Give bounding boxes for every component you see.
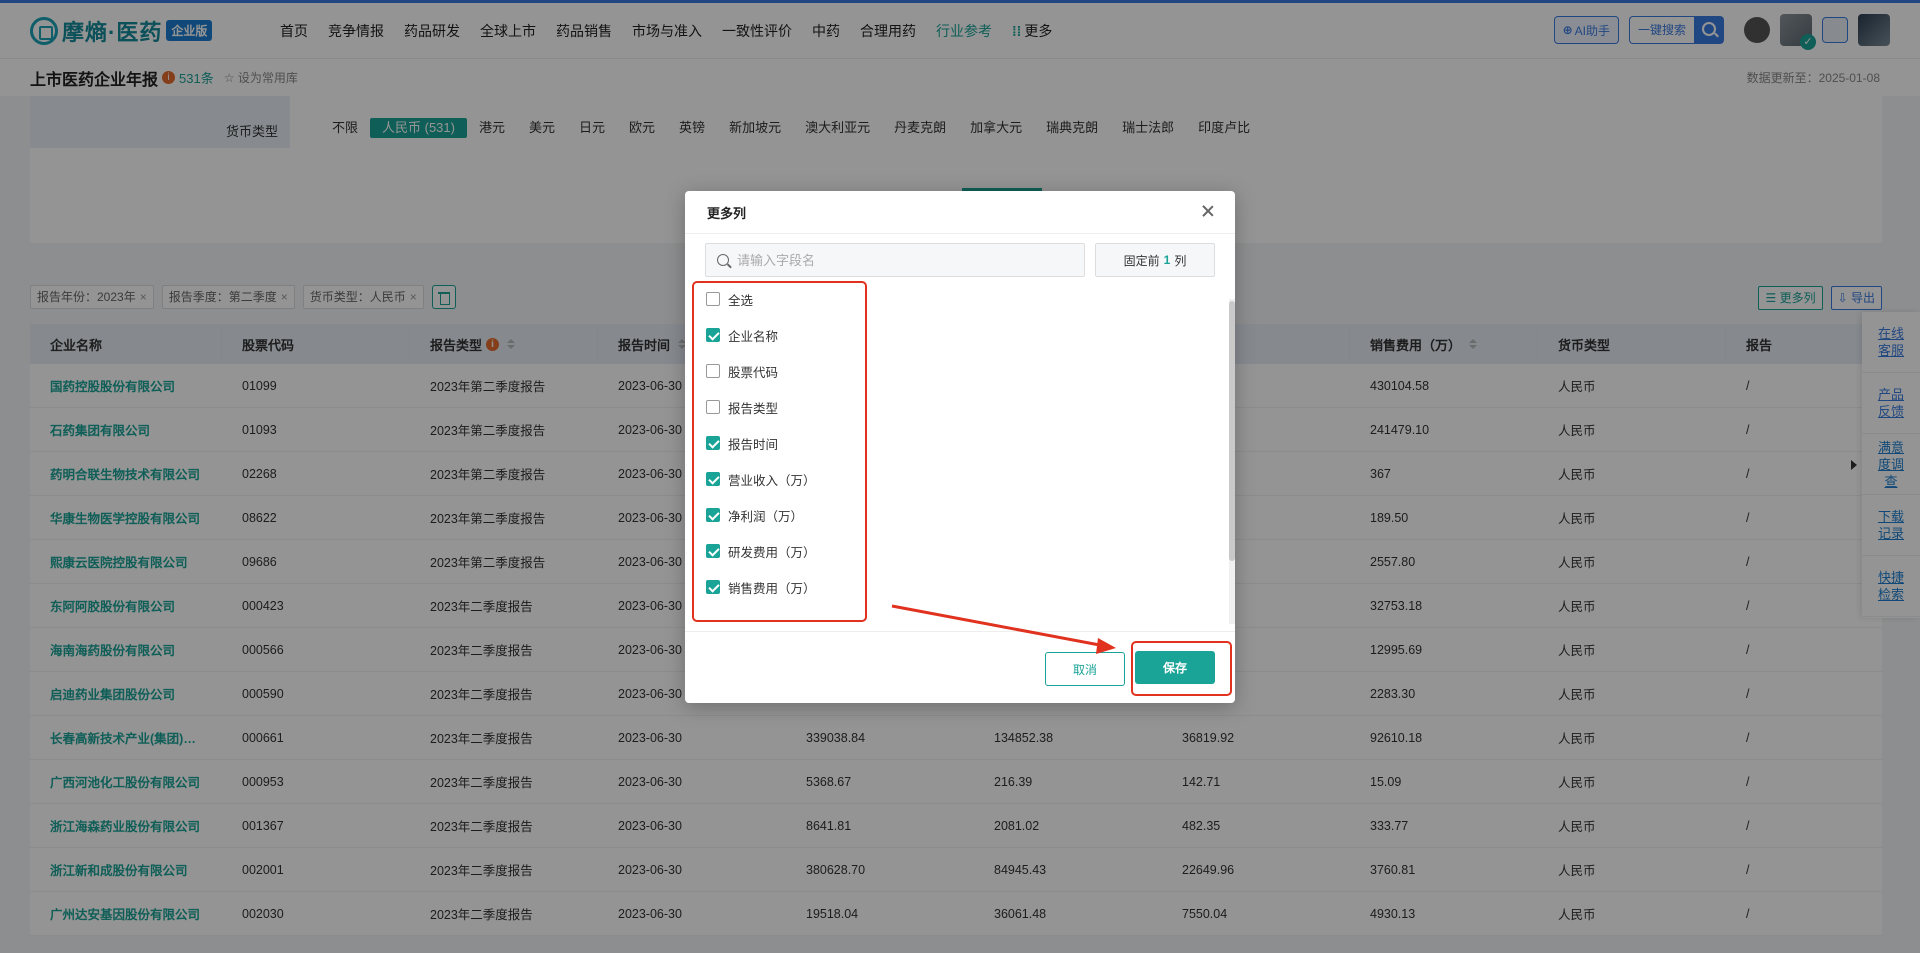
fix-suffix: 列 (1174, 253, 1187, 268)
scrollbar-thumb[interactable] (1229, 301, 1235, 561)
field-search-box (705, 243, 1085, 277)
dialog-header: 更多列 (685, 191, 1235, 234)
dialog-scrollbar[interactable] (1229, 299, 1235, 624)
fix-count: 1 (1163, 253, 1171, 267)
field-search-input[interactable] (737, 252, 1057, 268)
dialog-title: 更多列 (707, 205, 747, 221)
cancel-button[interactable]: 取消 (1045, 652, 1125, 686)
fix-columns-button[interactable]: 固定前 1 列 (1095, 243, 1215, 277)
annotation-box-save (1131, 641, 1232, 696)
fix-prefix: 固定前 (1123, 253, 1160, 268)
search-icon (717, 254, 729, 266)
annotation-box-checklist (692, 281, 867, 622)
close-icon[interactable] (1201, 204, 1215, 218)
